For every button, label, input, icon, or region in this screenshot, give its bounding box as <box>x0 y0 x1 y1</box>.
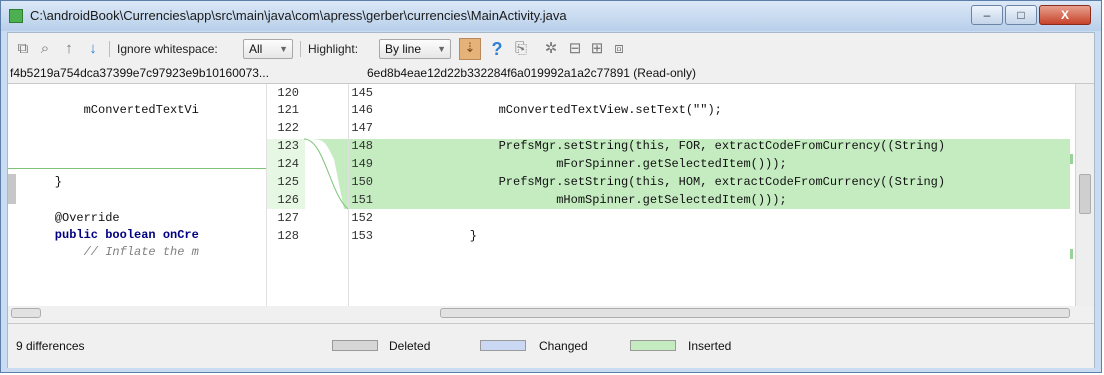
right-code-pane[interactable]: mConvertedTextView.setText(""); PrefsMgr… <box>437 84 1070 306</box>
line-number: 153 <box>351 229 373 243</box>
change-marker[interactable] <box>1070 249 1073 259</box>
diff-client-area: ⧉ ⌕ ↑ ↓ Ignore whitespace: All ▼ Highligh… <box>7 32 1095 368</box>
vertical-scroll-thumb[interactable] <box>1079 174 1091 214</box>
ignore-whitespace-label: Ignore whitespace: <box>117 42 218 56</box>
diff-connector <box>304 138 348 210</box>
diff-editor[interactable]: mConvertedTextVi } @Override public bool… <box>8 83 1094 307</box>
highlight-select[interactable]: By line ▼ <box>379 39 451 59</box>
ignore-whitespace-value: All <box>249 42 263 56</box>
next-difference-icon[interactable]: ↓ <box>84 40 102 58</box>
right-line-gutter: 145 146 147 148 149 150 151 152 153 <box>348 84 438 306</box>
line-number: 145 <box>351 86 373 100</box>
highlight-value: By line <box>385 42 422 56</box>
line-number: 149 <box>351 157 373 171</box>
horizontal-scrollbars <box>8 306 1094 320</box>
previous-difference-icon[interactable]: ↑ <box>60 40 78 58</box>
left-horizontal-scroll-thumb[interactable] <box>11 308 41 318</box>
highlight-label: Highlight: <box>308 42 359 56</box>
code-line: } <box>26 175 63 189</box>
ignore-whitespace-select[interactable]: All ▼ <box>243 39 293 59</box>
chevron-down-icon: ▼ <box>279 44 288 54</box>
inserted-swatch <box>630 340 676 351</box>
right-horizontal-scroll-thumb[interactable] <box>440 308 1070 318</box>
vertical-scrollbar[interactable] <box>1075 84 1094 306</box>
code-line: mConvertedTextVi <box>26 103 199 117</box>
apply-right-icon[interactable]: ⊞ <box>588 40 606 58</box>
line-number: 148 <box>351 139 373 153</box>
left-code-pane[interactable]: mConvertedTextVi } @Override public bool… <box>8 84 266 306</box>
line-number: 125 <box>277 175 299 189</box>
change-marker[interactable] <box>1070 154 1073 164</box>
line-number: 120 <box>277 86 299 100</box>
synchronize-scroll-icon[interactable]: ⇣ <box>459 38 481 60</box>
line-number: 146 <box>351 103 373 117</box>
edit-source-icon[interactable]: ⎘ <box>512 40 530 58</box>
deleted-legend-label: Deleted <box>389 339 431 353</box>
right-revision-label: 6ed8b4eae12d22b332284f6a019992a1a2c77891… <box>367 66 696 80</box>
left-line-gutter: 120 121 122 123 124 125 126 127 128 <box>266 84 305 306</box>
close-button[interactable]: X <box>1039 5 1091 25</box>
changed-legend-label: Changed <box>539 339 588 353</box>
changed-swatch <box>480 340 526 351</box>
code-line: } <box>441 229 478 243</box>
left-scroll-indicator <box>8 174 16 204</box>
line-number: 151 <box>351 193 373 207</box>
insertion-marker-line <box>8 168 266 169</box>
code-line: public boolean onCre <box>26 228 199 242</box>
line-number: 150 <box>351 175 373 189</box>
toolbar: ⧉ ⌕ ↑ ↓ Ignore whitespace: All ▼ Highligh… <box>8 33 1094 65</box>
code-line: mForSpinner.getSelectedItem())); <box>441 157 787 171</box>
code-line: PrefsMgr.setString(this, HOM, extractCod… <box>441 175 946 189</box>
maximize-button[interactable]: □ <box>1005 5 1037 25</box>
diff-window: C:\androidBook\Currencies\app\src\main\j… <box>0 0 1102 373</box>
minimize-button[interactable]: ‒ <box>971 5 1003 25</box>
connector-fill <box>304 139 348 209</box>
line-number: 127 <box>277 211 299 225</box>
inserted-legend-label: Inserted <box>688 339 732 353</box>
chevron-down-icon: ▼ <box>437 44 446 54</box>
code-line: mHomSpinner.getSelectedItem())); <box>441 193 787 207</box>
help-icon[interactable]: ? <box>488 40 506 58</box>
code-line: @Override <box>26 211 120 225</box>
copy-icon[interactable]: ⧉ <box>14 40 32 58</box>
line-number: 152 <box>351 211 373 225</box>
line-number: 126 <box>277 193 299 207</box>
line-number: 123 <box>277 139 299 153</box>
line-number: 124 <box>277 157 299 171</box>
revision-header: f4b5219a754dca37399e7c97923e9b10160073..… <box>8 65 1094 83</box>
line-number: 122 <box>277 121 299 135</box>
line-number: 147 <box>351 121 373 135</box>
code-line: PrefsMgr.setString(this, FOR, extractCod… <box>441 139 946 153</box>
compare-icon[interactable]: ⧈ <box>610 40 628 58</box>
toolbar-separator <box>300 41 301 57</box>
status-bar: 9 differences Deleted Changed Inserted <box>8 323 1094 368</box>
line-number: 128 <box>277 229 299 243</box>
window-title: C:\androidBook\Currencies\app\src\main\j… <box>30 8 567 23</box>
apply-left-icon[interactable]: ⊟ <box>566 40 584 58</box>
find-icon[interactable]: ⌕ <box>36 40 54 58</box>
toolbar-separator <box>109 41 110 57</box>
difference-count: 9 differences <box>16 339 85 353</box>
code-line: // Inflate the m <box>26 245 199 259</box>
settings-icon[interactable]: ✲ <box>542 40 560 58</box>
left-revision-label: f4b5219a754dca37399e7c97923e9b10160073..… <box>10 66 269 80</box>
line-number: 121 <box>277 103 299 117</box>
title-bar[interactable]: C:\androidBook\Currencies\app\src\main\j… <box>1 1 1101 31</box>
app-icon <box>9 9 23 23</box>
code-line: mConvertedTextView.setText(""); <box>441 103 722 117</box>
deleted-swatch <box>332 340 378 351</box>
